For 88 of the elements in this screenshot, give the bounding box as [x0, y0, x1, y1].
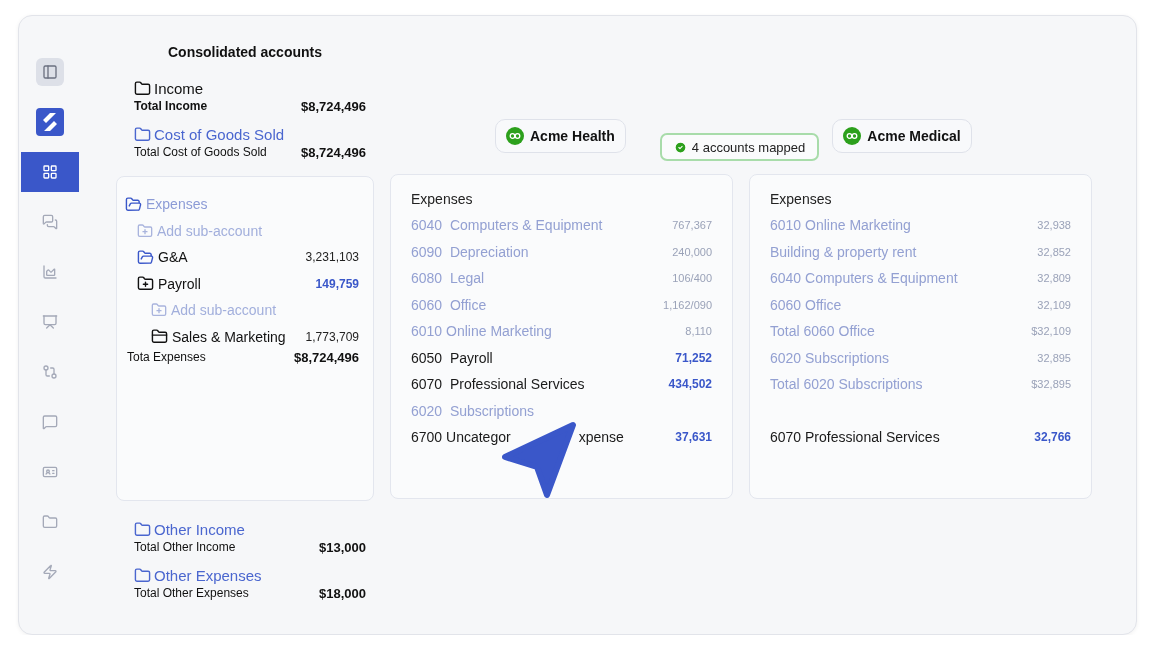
folder-icon: [134, 80, 151, 97]
total-amount: $13,000: [319, 540, 366, 555]
account-name: Total 6060 Office: [770, 323, 875, 340]
company-name: Acme Medical: [867, 128, 961, 144]
account-name: G&A: [158, 249, 188, 266]
folder-plus-icon: [151, 302, 167, 319]
account-amount: 32,809: [1037, 272, 1071, 285]
account-amount: 32,109: [1037, 298, 1071, 311]
account-name: 6070 Professional Services: [770, 428, 940, 445]
account-name: Building & property rent: [770, 243, 917, 260]
company-name: Acme Health: [530, 128, 615, 144]
account-name: 6050 Payroll: [411, 349, 493, 366]
total-label: Total Income: [134, 99, 208, 114]
panel-title: Expenses: [411, 191, 474, 207]
account-name: 6060 Office: [770, 296, 842, 313]
account-amount: 149,759: [315, 276, 359, 291]
account-amount: 32,766: [1034, 429, 1071, 444]
account-name: Sales & Marketing: [172, 328, 286, 345]
folder-plus-icon: [137, 222, 153, 239]
account-name: 6010 Online Marketing: [411, 323, 552, 340]
lightning-icon: [42, 564, 58, 580]
section-name[interactable]: Cost of Goods Sold: [154, 126, 285, 143]
section-name[interactable]: Other Income: [154, 521, 245, 538]
folder-icon: [151, 328, 168, 346]
quickbooks-icon: [506, 127, 524, 145]
column-title: Consolidated accounts: [167, 44, 323, 60]
account-amount: 37,631: [675, 430, 712, 445]
account-amount: 106/400: [672, 272, 712, 285]
total-label: Total Cost of Goods Sold: [134, 145, 267, 160]
contact-card-icon: [42, 464, 58, 480]
account-name: Total 6020 Subscriptions: [770, 376, 923, 393]
account-amount: 1,162/090: [663, 298, 712, 311]
presentation-icon: [42, 314, 58, 330]
account-name: 6010 Online Marketing: [770, 217, 911, 234]
open-folder-icon: [125, 195, 142, 213]
chart-icon: [42, 264, 58, 280]
account-amount: 434,502: [668, 377, 712, 392]
section-name[interactable]: Expenses: [146, 196, 208, 213]
account-amount: 32,895: [1037, 351, 1071, 364]
total-label: Tota Expenses: [127, 350, 206, 365]
company-chip[interactable]: Acme Medical: [832, 119, 972, 153]
account-amount: 32,938: [1037, 219, 1071, 232]
account-name: 6060 Office: [411, 296, 487, 313]
total-amount: $18,000: [319, 586, 366, 601]
badge-text: 4 accounts mapped: [691, 139, 806, 155]
account-amount: 767,367: [672, 219, 712, 232]
grid-icon: [42, 164, 58, 180]
section-name: Income: [154, 80, 204, 97]
company-chip[interactable]: Acme Health: [495, 119, 626, 153]
account-amount: 240,000: [672, 245, 712, 258]
section-name[interactable]: Other Expenses: [154, 567, 262, 584]
total-amount: $8,724,496: [293, 350, 359, 365]
account-name: xpense: [578, 429, 624, 446]
account-amount: 1,773,709: [305, 329, 359, 344]
account-name: 6700 Uncategor: [411, 429, 511, 446]
sidebar-toggle-icon: [42, 64, 58, 80]
check-icon: [673, 140, 687, 154]
account-amount: 32,852: [1037, 245, 1071, 258]
open-folder-icon: [137, 248, 154, 266]
account-name: 6090 Depreciation: [411, 243, 529, 260]
account-amount: $32,109: [1031, 325, 1071, 338]
account-amount: 71,252: [675, 350, 712, 365]
total-label: Total Other Expenses: [134, 586, 249, 601]
total-amount: $8,724,496: [300, 99, 366, 114]
message-icon: [42, 414, 58, 430]
account-name: Payroll: [158, 275, 201, 292]
quickbooks-icon: [843, 127, 862, 145]
account-amount: 8,110: [685, 325, 712, 338]
sidebar-item[interactable]: [21, 152, 79, 192]
account-name: 6020 Subscriptions: [770, 349, 890, 366]
folder-icon: [134, 126, 151, 143]
logo-icon: [36, 108, 64, 136]
account-amount: $32,895: [1031, 378, 1071, 391]
total-amount: $8,724,496: [300, 145, 366, 160]
folder-icon: [42, 514, 58, 530]
compare-icon: [42, 364, 58, 380]
account-name: 6040 Computers & Equipment: [411, 217, 603, 234]
total-label: Total Other Income: [134, 540, 236, 555]
folder-icon: [134, 521, 151, 538]
folder-icon: [134, 567, 151, 584]
account-name: 6020 Subscriptions: [411, 402, 534, 419]
folder-plus-icon: [137, 275, 154, 293]
account-name: 6040 Computers & Equipment: [770, 270, 958, 287]
panel-title: Expenses: [770, 191, 833, 207]
account-name: 6080 Legal: [411, 270, 485, 287]
account-amount: 3,231,103: [305, 250, 359, 265]
account-name: 6070 Professional Services: [411, 376, 585, 393]
chat-icon: [42, 214, 58, 230]
